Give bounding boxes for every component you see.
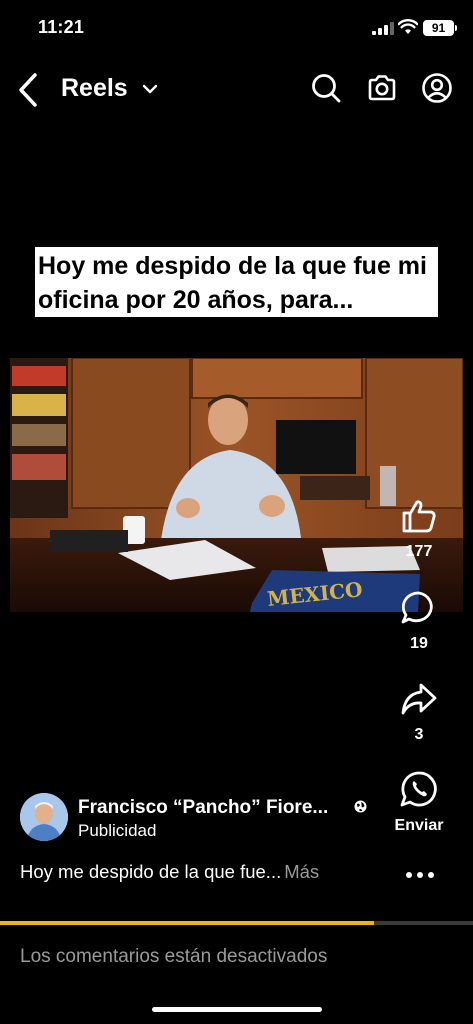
avatar-image — [20, 793, 68, 841]
post-caption[interactable]: Hoy me despido de la que fue... Más — [20, 861, 319, 883]
thumbs-up-icon — [402, 500, 436, 533]
battery-icon: 91 — [423, 20, 457, 36]
home-indicator[interactable] — [152, 1007, 322, 1012]
avatar[interactable] — [20, 793, 68, 841]
video-still-image: MEXICO — [10, 358, 463, 612]
send-whatsapp-button[interactable]: Enviar — [389, 770, 449, 835]
page-title[interactable]: Reels — [61, 74, 128, 103]
search-icon[interactable] — [310, 72, 342, 104]
status-time: 11:21 — [38, 17, 85, 37]
dropdown-chevron-icon[interactable] — [142, 82, 158, 96]
like-count: 177 — [405, 543, 433, 560]
more-link[interactable]: Más — [284, 861, 319, 882]
back-chevron-icon[interactable] — [14, 70, 44, 110]
video-overlay-caption: Hoy me despido de la que fue mi oficina … — [35, 247, 438, 317]
author-name[interactable]: Francisco “Pancho” Fiore... — [78, 797, 328, 819]
video-progress-bar[interactable] — [0, 921, 473, 925]
globe-icon — [354, 800, 367, 813]
share-button[interactable]: 3 — [389, 681, 449, 744]
comment-button[interactable]: 19 — [389, 590, 449, 653]
comment-count: 19 — [410, 635, 428, 652]
status-bar: 11:21 91 — [0, 0, 473, 56]
comment-bubble-icon — [401, 591, 433, 624]
post-caption-text: Hoy me despido de la que fue... — [20, 861, 282, 882]
like-button[interactable]: 177 — [389, 498, 449, 561]
reel-video[interactable]: MEXICO — [10, 358, 463, 612]
share-count: 3 — [414, 726, 424, 743]
camera-icon[interactable] — [366, 72, 398, 104]
battery-level: 91 — [431, 21, 446, 35]
wifi-icon — [398, 19, 418, 34]
share-arrow-icon — [401, 683, 437, 715]
send-label: Enviar — [394, 817, 444, 834]
sponsored-label: Publicidad — [78, 821, 157, 840]
comments-disabled-notice: Los comentarios están desactivados — [20, 946, 328, 967]
whatsapp-icon — [400, 771, 437, 807]
video-progress-fill — [0, 921, 374, 925]
more-options-icon[interactable] — [403, 867, 437, 883]
cellular-signal-icon — [372, 22, 394, 35]
reels-header: Reels — [0, 62, 473, 118]
profile-icon[interactable] — [421, 72, 453, 104]
